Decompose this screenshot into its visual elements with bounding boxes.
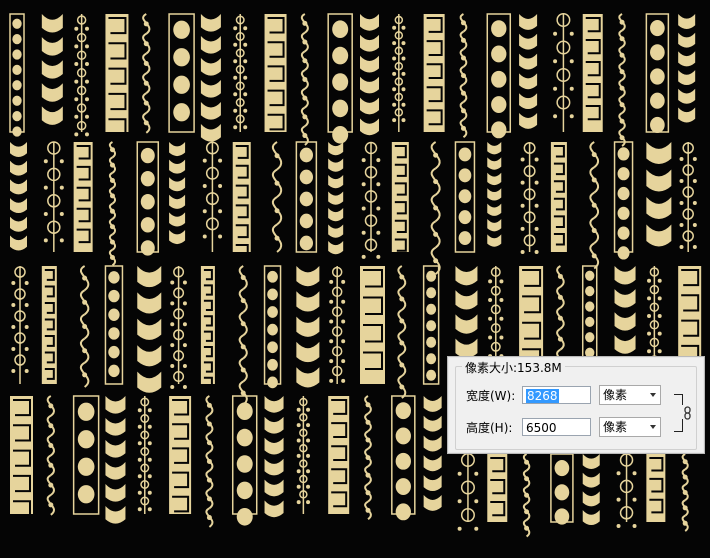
ornament-strip: [202, 141, 223, 252]
ornament-canvas: [9, 13, 702, 538]
ornament-strip: [457, 453, 479, 531]
ornament-strip: [170, 266, 187, 389]
ornament-strip: [328, 396, 350, 514]
ornament-strip: [423, 396, 442, 511]
chain-link-icon[interactable]: [682, 405, 694, 420]
ornament-strip: [200, 266, 215, 389]
image-size-dialog: 像素大小:153.8M 宽度(W): 8268 像素 高度(H): 6500 像…: [447, 356, 705, 454]
ornament-strip: [327, 13, 353, 144]
ornament-strip: [618, 13, 626, 147]
ornament-strip: [232, 142, 251, 258]
ornament-strip: [459, 13, 468, 139]
ornament-strip: [9, 13, 25, 137]
ornament-strip: [329, 266, 346, 384]
width-input[interactable]: 8268: [522, 386, 591, 404]
ornament-strip: [271, 141, 283, 253]
ornament-strip: [361, 141, 381, 259]
ornament-strip: [137, 396, 152, 514]
ornament-strip: [169, 142, 186, 245]
ornament-strip: [296, 266, 320, 388]
ornament-strip: [169, 396, 192, 514]
ornament-strip: [487, 142, 502, 247]
ornament-strip: [295, 141, 318, 253]
width-unit-select[interactable]: 像素: [599, 385, 661, 405]
ornament-strip: [582, 454, 600, 526]
ornament-strip: [10, 142, 27, 251]
ornament-strip: [328, 142, 344, 255]
chevron-down-icon: [650, 425, 656, 429]
height-unit-value: 像素: [603, 420, 628, 434]
ornament-strip: [136, 141, 160, 256]
ornament-strip: [681, 453, 689, 532]
ornament-strip: [679, 142, 697, 252]
ornament-strip: [397, 265, 407, 399]
ornament-strip: [300, 13, 309, 146]
ornament-strip: [646, 454, 666, 522]
ornament-strip: [108, 141, 116, 267]
width-unit-value: 像素: [603, 388, 628, 402]
ornament-strip: [296, 396, 311, 514]
ornament-strip: [391, 395, 416, 521]
ornament-strip: [168, 13, 195, 133]
ornament-strip: [391, 142, 409, 252]
ornament-strip: [46, 395, 55, 516]
ornament-strip: [392, 14, 406, 132]
ornament-strip: [645, 13, 670, 133]
ornament-strip: [79, 265, 90, 388]
ornament-strip: [238, 265, 248, 406]
ornament-strip: [104, 265, 124, 385]
ornament-strip: [454, 141, 476, 253]
ornament-strip: [264, 396, 284, 518]
ornament-strip: [519, 14, 538, 129]
ornament-strip: [678, 14, 696, 123]
ornament-strip: [231, 395, 258, 526]
ornament-strip: [616, 453, 637, 528]
ornament-strip: [423, 14, 445, 132]
ornament-strip: [105, 14, 129, 136]
ornament-strip: [74, 14, 89, 137]
ornament-strip: [486, 13, 512, 139]
chevron-down-icon: [650, 393, 656, 397]
ornament-strip: [41, 14, 63, 125]
ornament-strip: [582, 14, 603, 132]
ornament-strip: [11, 266, 29, 384]
ornament-strip: [360, 14, 379, 136]
ornament-strip: [550, 453, 574, 525]
ornament-strip: [142, 13, 151, 134]
ornament-strip: [487, 454, 508, 522]
height-label: 高度(H):: [466, 421, 513, 435]
pixel-dimensions-group: 像素大小:153.8M 宽度(W): 8268 像素 高度(H): 6500 像…: [455, 359, 697, 450]
ornament-strip: [43, 141, 64, 252]
ornament-strip: [137, 266, 162, 393]
ornament-row-1: [9, 13, 696, 147]
ornament-strip: [105, 396, 126, 524]
ornament-strip: [364, 395, 372, 521]
ornament-strip: [553, 13, 574, 132]
ornament-strip: [200, 14, 221, 142]
ornament-strip: [520, 142, 539, 254]
ornament-strip: [360, 266, 385, 384]
width-label: 宽度(W):: [466, 389, 516, 403]
ornament-strip: [422, 265, 440, 385]
ornament-strip: [264, 14, 287, 132]
ornament-strip: [589, 141, 600, 270]
ornament-strip: [205, 395, 214, 528]
ornament-strip: [10, 396, 33, 518]
ornament-strip: [613, 141, 634, 260]
pixel-dimensions-legend: 像素大小:153.8M: [462, 359, 565, 376]
ornament-strip: [430, 141, 441, 275]
ornament-strip: [263, 265, 282, 389]
ornament-strip: [233, 14, 248, 132]
ornament-strip: [522, 453, 531, 538]
ornament-strip: [72, 395, 100, 515]
ornament-row-2: [10, 141, 697, 275]
ornament-strip: [646, 142, 672, 247]
ornament-strip: [73, 142, 93, 252]
ornament-strip: [41, 266, 57, 384]
ornament-strip: [550, 142, 567, 252]
height-unit-select[interactable]: 像素: [599, 417, 661, 437]
height-input[interactable]: 6500: [522, 418, 591, 436]
